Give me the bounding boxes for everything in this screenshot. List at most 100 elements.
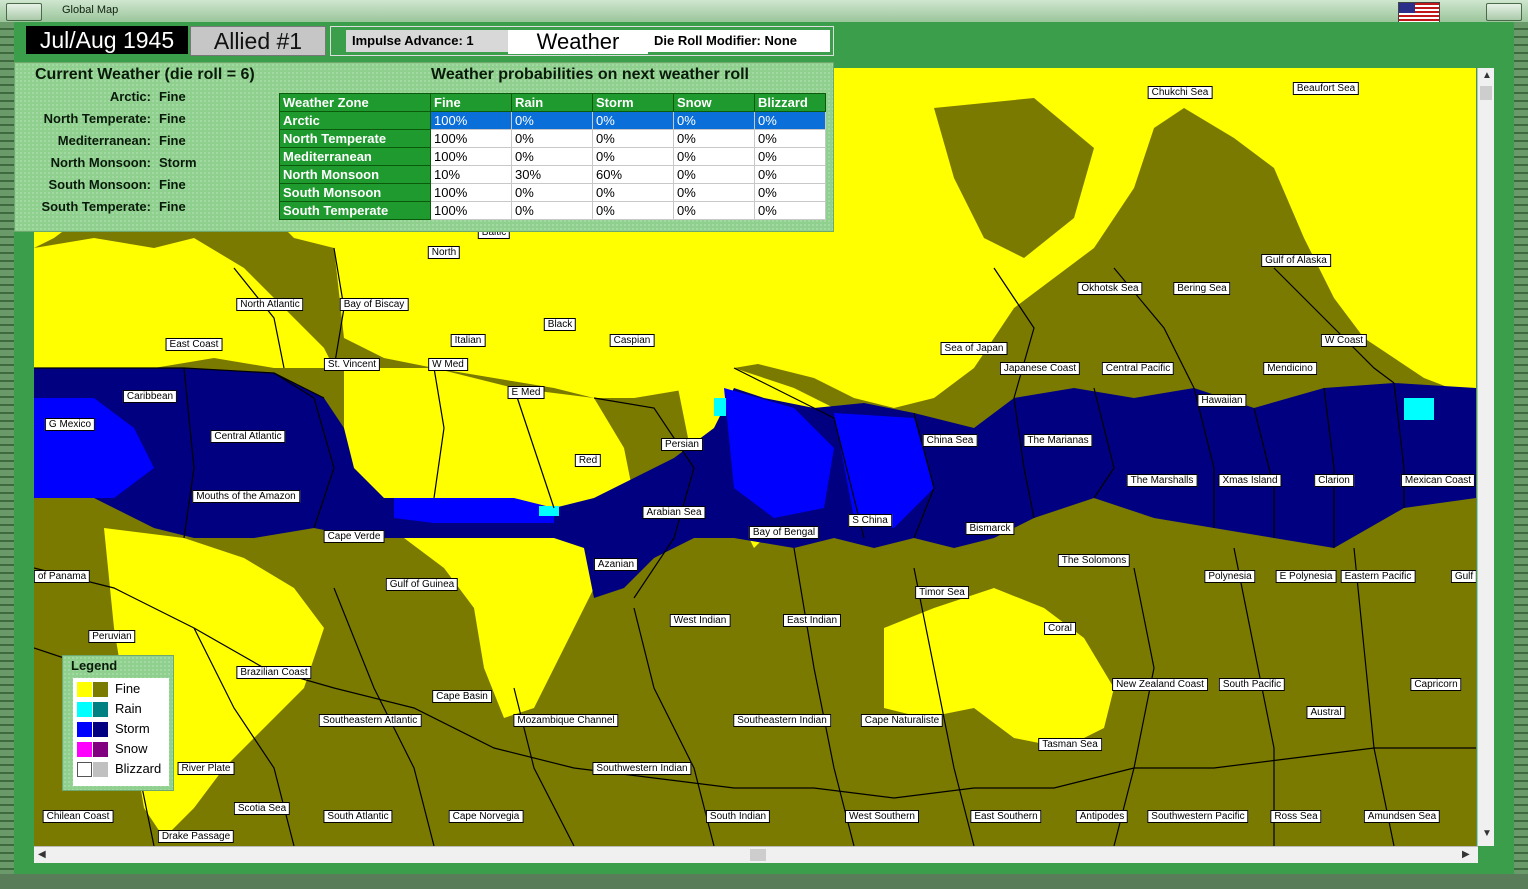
window-menu-button[interactable] [6, 3, 42, 21]
sea-area-label[interactable]: Black [543, 318, 577, 331]
probability-cell: 0% [673, 129, 755, 148]
sea-area-label[interactable]: Coral [1044, 622, 1076, 635]
sea-area-label[interactable]: W Coast [1320, 334, 1368, 347]
sea-area-label[interactable]: Japanese Coast [999, 362, 1081, 375]
sea-area-label[interactable]: River Plate [177, 762, 235, 775]
sea-area-label[interactable]: Bay of Bengal [748, 526, 820, 539]
table-row[interactable]: South Monsoon 100% 0% 0% 0% 0% [279, 183, 826, 202]
column-header[interactable]: Snow [673, 93, 755, 112]
sea-area-label[interactable]: Persian [661, 438, 703, 451]
sea-area-label[interactable]: Polynesia [1204, 570, 1256, 583]
column-header[interactable]: Blizzard [754, 93, 826, 112]
sea-area-label[interactable]: East Coast [165, 338, 223, 351]
sea-area-label[interactable]: G Mexico [44, 418, 96, 431]
vertical-scrollbar[interactable]: ▲ ▼ [1477, 68, 1494, 846]
sea-area-label[interactable]: Bismarck [965, 522, 1015, 535]
sea-area-label[interactable]: Central Atlantic [210, 430, 286, 443]
sea-area-label[interactable]: Red [574, 454, 602, 467]
column-header[interactable]: Storm [592, 93, 674, 112]
sea-area-label[interactable]: Caribbean [122, 390, 178, 403]
sea-area-label[interactable]: North Atlantic [236, 298, 304, 311]
sea-area-label[interactable]: East Indian [782, 614, 842, 627]
sea-area-label[interactable]: Gulf of Alaska [1261, 254, 1331, 267]
sea-area-label[interactable]: Bay of Biscay [339, 298, 409, 311]
sea-area-label[interactable]: North [427, 246, 461, 259]
sea-area-label[interactable]: Gulf of Guinea [385, 578, 459, 591]
scroll-up-icon[interactable]: ▲ [1482, 70, 1492, 81]
sea-area-label[interactable]: Cape Naturaliste [860, 714, 944, 727]
sea-area-label[interactable]: West Indian [669, 614, 731, 627]
sea-area-label[interactable]: Bering Sea [1173, 282, 1231, 295]
table-row[interactable]: North Temperate 100% 0% 0% 0% 0% [279, 129, 826, 148]
sea-area-label[interactable]: Eastern Pacific [1340, 570, 1416, 583]
sea-area-label[interactable]: Hawaiian [1197, 394, 1247, 407]
horizontal-scroll-thumb[interactable] [750, 849, 766, 861]
sea-area-label[interactable]: Mouths of the Amazon [192, 490, 300, 503]
sea-area-label[interactable]: Southwestern Indian [592, 762, 692, 775]
sea-area-label[interactable]: East Southern [970, 810, 1042, 823]
sea-area-label[interactable]: Timor Sea [915, 586, 969, 599]
sea-area-label[interactable]: West Southern [845, 810, 919, 823]
sea-area-label[interactable]: China Sea [922, 434, 978, 447]
sea-area-label[interactable]: Mendicino [1263, 362, 1317, 375]
table-row[interactable]: North Monsoon 10% 30% 60% 0% 0% [279, 165, 826, 184]
sea-area-label[interactable]: The Marianas [1023, 434, 1093, 447]
sea-area-label[interactable]: E Polynesia [1275, 570, 1337, 583]
sea-area-label[interactable]: The Solomons [1057, 554, 1131, 567]
column-header[interactable]: Fine [430, 93, 512, 112]
sea-area-label[interactable]: Chukchi Sea [1147, 86, 1213, 99]
sea-area-label[interactable]: Amundsen Sea [1363, 810, 1441, 823]
sea-area-label[interactable]: Cape Basin [432, 690, 492, 703]
sea-area-label[interactable]: Clarion [1314, 474, 1354, 487]
sea-area-label[interactable]: South Atlantic [323, 810, 393, 823]
horizontal-scrollbar[interactable]: ◀ ▶ [34, 846, 1478, 863]
sea-area-label[interactable]: Scotia Sea [233, 802, 291, 815]
vertical-scroll-thumb[interactable] [1480, 86, 1492, 100]
sea-area-label[interactable]: Xmas Island [1218, 474, 1282, 487]
sea-area-label[interactable]: Southeastern Atlantic [318, 714, 422, 727]
sea-area-label[interactable]: Mozambique Channel [513, 714, 619, 727]
sea-area-label[interactable]: The Marshalls [1126, 474, 1198, 487]
sea-area-label[interactable]: of Panama [34, 570, 91, 583]
sea-area-label[interactable]: Antipodes [1075, 810, 1129, 823]
sea-area-label[interactable]: Okhotsk Sea [1077, 282, 1143, 295]
sea-area-label[interactable]: Tasman Sea [1038, 738, 1102, 751]
sea-area-label[interactable]: Ross Sea [1270, 810, 1322, 823]
table-row[interactable]: Mediterranean 100% 0% 0% 0% 0% [279, 147, 826, 166]
scroll-right-icon[interactable]: ▶ [1462, 849, 1470, 860]
sea-area-label[interactable]: Italian [450, 334, 486, 347]
sea-area-label[interactable]: Brazilian Coast [236, 666, 312, 679]
sea-area-label[interactable]: St. Vincent [323, 358, 381, 371]
sea-area-label[interactable]: S China [848, 514, 892, 527]
sea-area-label[interactable]: South Pacific [1218, 678, 1286, 691]
sea-area-label[interactable]: E Med [507, 386, 545, 399]
sea-area-label[interactable]: Cape Verde [323, 530, 385, 543]
sea-area-label[interactable]: Beaufort Sea [1292, 82, 1360, 95]
sea-area-label[interactable]: Peruvian [88, 630, 136, 643]
sea-area-label[interactable]: Chilean Coast [42, 810, 114, 823]
column-header[interactable]: Weather Zone [279, 93, 431, 112]
sea-area-label[interactable]: Drake Passage [157, 830, 235, 843]
table-row[interactable]: Arctic 100% 0% 0% 0% 0% [279, 111, 826, 130]
window-close-button[interactable] [1486, 3, 1522, 21]
sea-area-label[interactable]: Cape Norvegia [448, 810, 524, 823]
sea-area-label[interactable]: Arabian Sea [642, 506, 706, 519]
sea-area-label[interactable]: Southeastern Indian [733, 714, 831, 727]
scroll-left-icon[interactable]: ◀ [38, 849, 46, 860]
sea-area-label[interactable]: Austral [1306, 706, 1346, 719]
sea-area-label[interactable]: Central Pacific [1101, 362, 1175, 375]
sea-area-label[interactable]: Azanian [593, 558, 639, 571]
sea-area-label[interactable]: Southwestern Pacific [1147, 810, 1249, 823]
sea-area-label[interactable]: New Zealand Coast [1112, 678, 1208, 691]
sea-area-label[interactable]: Capricorn [1410, 678, 1462, 691]
scroll-down-icon[interactable]: ▼ [1482, 828, 1492, 839]
probability-cell: 0% [754, 183, 826, 202]
table-row[interactable]: South Temperate 100% 0% 0% 0% 0% [279, 201, 826, 220]
sea-area-label[interactable]: Sea of Japan [940, 342, 1008, 355]
sea-area-label[interactable]: W Med [428, 358, 468, 371]
column-header[interactable]: Rain [511, 93, 593, 112]
sea-area-label[interactable]: Gulf [1450, 570, 1476, 583]
sea-area-label[interactable]: Mexican Coast [1400, 474, 1476, 487]
sea-area-label[interactable]: Caspian [609, 334, 655, 347]
sea-area-label[interactable]: South Indian [705, 810, 771, 823]
